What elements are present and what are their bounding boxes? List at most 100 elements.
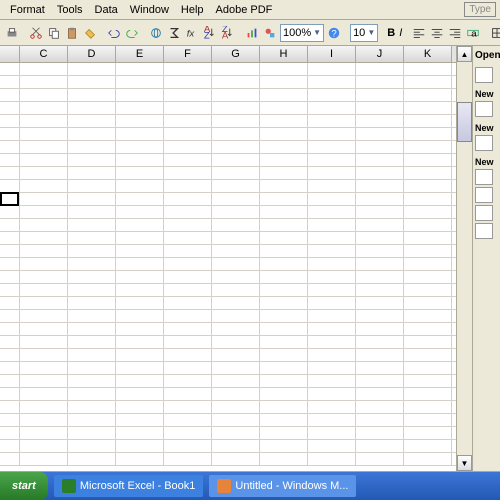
column-header[interactable]: [0, 46, 20, 62]
svg-text:fx: fx: [187, 28, 196, 39]
task-pane: Open New New New: [472, 46, 500, 471]
grid-row[interactable]: [0, 349, 456, 362]
toolbar: fx AZ ZA 100%▼ ? 10▼ B I a: [0, 20, 500, 46]
task-pane-icon[interactable]: [475, 101, 493, 117]
scroll-up-button[interactable]: ▲: [457, 46, 472, 62]
grid-row[interactable]: [0, 284, 456, 297]
grid-row[interactable]: [0, 388, 456, 401]
spreadsheet-grid[interactable]: CDEFGHIJK: [0, 46, 456, 471]
help-button[interactable]: ?: [326, 23, 342, 43]
grid-row[interactable]: [0, 401, 456, 414]
svg-text:?: ?: [331, 28, 336, 39]
redo-button[interactable]: [124, 23, 140, 43]
drawing-button[interactable]: [262, 23, 278, 43]
align-left-button[interactable]: [411, 23, 427, 43]
grid-row[interactable]: [0, 414, 456, 427]
menu-data[interactable]: Data: [89, 2, 124, 18]
grid-row[interactable]: [0, 297, 456, 310]
menu-window[interactable]: Window: [124, 2, 175, 18]
grid-row[interactable]: [0, 89, 456, 102]
grid-row[interactable]: [0, 232, 456, 245]
grid-row[interactable]: [0, 141, 456, 154]
grid-row[interactable]: [0, 375, 456, 388]
task-pane-icon[interactable]: [475, 169, 493, 185]
chart-button[interactable]: [244, 23, 260, 43]
grid-row[interactable]: [0, 115, 456, 128]
grid-row[interactable]: [0, 154, 456, 167]
grid-row[interactable]: [0, 323, 456, 336]
function-button[interactable]: fx: [184, 23, 200, 43]
grid-row[interactable]: [0, 63, 456, 76]
task-pane-icon[interactable]: [475, 223, 493, 239]
task-pane-icon[interactable]: [475, 67, 493, 83]
type-help-box[interactable]: Type: [464, 2, 496, 17]
merge-button[interactable]: a: [465, 23, 481, 43]
menu-help[interactable]: Help: [175, 2, 210, 18]
grid-row[interactable]: [0, 76, 456, 89]
scroll-down-button[interactable]: ▼: [457, 455, 472, 471]
copy-button[interactable]: [46, 23, 62, 43]
grid-row[interactable]: [0, 258, 456, 271]
italic-button[interactable]: I: [398, 23, 403, 43]
align-center-button[interactable]: [429, 23, 445, 43]
column-header[interactable]: K: [404, 46, 452, 62]
column-header[interactable]: G: [212, 46, 260, 62]
sort-asc-button[interactable]: AZ: [202, 23, 218, 43]
grid-row[interactable]: [0, 206, 456, 219]
taskbar-item-other[interactable]: Untitled - Windows M...: [209, 475, 356, 497]
grid-row[interactable]: [0, 440, 456, 453]
grid-row[interactable]: [0, 128, 456, 141]
column-header[interactable]: I: [308, 46, 356, 62]
grid-row[interactable]: [0, 193, 456, 206]
format-painter-button[interactable]: [82, 23, 98, 43]
undo-button[interactable]: [106, 23, 122, 43]
grid-row[interactable]: [0, 180, 456, 193]
grid-row[interactable]: [0, 102, 456, 115]
grid-row[interactable]: [0, 219, 456, 232]
task-pane-section: New: [475, 123, 498, 133]
taskbar-item-excel[interactable]: Microsoft Excel - Book1: [54, 475, 204, 497]
column-header[interactable]: F: [164, 46, 212, 62]
scroll-thumb[interactable]: [457, 102, 472, 142]
column-header[interactable]: J: [356, 46, 404, 62]
menu-adobe-pdf[interactable]: Adobe PDF: [210, 2, 279, 18]
align-right-button[interactable]: [447, 23, 463, 43]
column-header[interactable]: D: [68, 46, 116, 62]
task-pane-section: New: [475, 89, 498, 99]
hyperlink-button[interactable]: [148, 23, 164, 43]
grid-row[interactable]: [0, 453, 456, 466]
windows-taskbar: start Microsoft Excel - Book1 Untitled -…: [0, 472, 500, 500]
grid-row[interactable]: [0, 427, 456, 440]
column-header[interactable]: C: [20, 46, 68, 62]
font-size-combo[interactable]: 10▼: [350, 24, 378, 42]
selected-cell[interactable]: [0, 192, 19, 206]
menu-bar: Format Tools Data Window Help Adobe PDF …: [0, 0, 500, 20]
cut-button[interactable]: [28, 23, 44, 43]
paste-button[interactable]: [64, 23, 80, 43]
grid-row[interactable]: [0, 362, 456, 375]
grid-row[interactable]: [0, 271, 456, 284]
autosum-button[interactable]: [166, 23, 182, 43]
grid-row[interactable]: [0, 310, 456, 323]
grid-row[interactable]: [0, 167, 456, 180]
task-pane-icon[interactable]: [475, 205, 493, 221]
task-pane-section: New: [475, 157, 498, 167]
start-button[interactable]: start: [0, 472, 48, 500]
task-pane-title: Open: [475, 50, 498, 61]
zoom-combo[interactable]: 100%▼: [280, 24, 324, 42]
grid-row[interactable]: [0, 245, 456, 258]
task-pane-icon[interactable]: [475, 135, 493, 151]
sort-desc-button[interactable]: ZA: [220, 23, 236, 43]
task-pane-icon[interactable]: [475, 187, 493, 203]
print-button[interactable]: [4, 23, 20, 43]
borders-button[interactable]: [489, 23, 500, 43]
menu-tools[interactable]: Tools: [51, 2, 89, 18]
bold-button[interactable]: B: [386, 23, 396, 43]
column-header[interactable]: H: [260, 46, 308, 62]
grid-row[interactable]: [0, 336, 456, 349]
app-icon: [217, 479, 231, 493]
column-header[interactable]: E: [116, 46, 164, 62]
menu-format[interactable]: Format: [4, 2, 51, 18]
column-headers: CDEFGHIJK: [0, 46, 456, 63]
vertical-scrollbar[interactable]: ▲ ▼: [456, 46, 472, 471]
